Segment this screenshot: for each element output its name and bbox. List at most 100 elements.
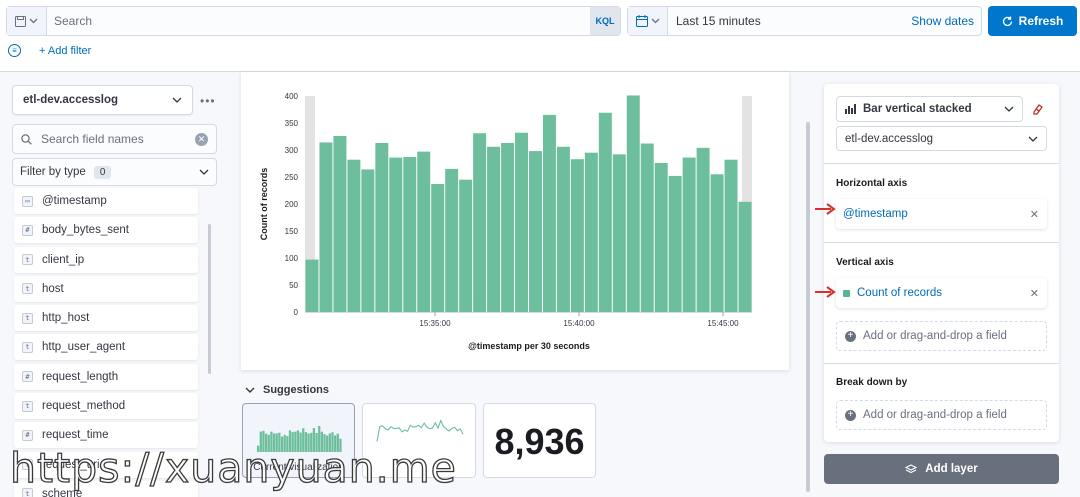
filter-by-type-button[interactable]: Filter by type 0 [12, 158, 217, 186]
bar[interactable] [738, 201, 752, 312]
calendar-icon: ▭ [22, 195, 33, 207]
remove-dimension-icon[interactable]: ✕ [1030, 287, 1039, 300]
divider [824, 363, 1059, 364]
chart-type-select[interactable]: Bar vertical stacked [836, 96, 1023, 122]
field-name: request_method [42, 400, 126, 413]
y-tick-label: 200 [285, 200, 299, 209]
bar-chart[interactable]: 0 50 100 150 200 250 300 350 400 15:35:00 15:40:00… [241, 72, 789, 370]
string-icon: t [22, 254, 33, 266]
field-list-item[interactable]: ▭ @timestamp [14, 188, 198, 214]
field-list-scrollbar[interactable] [208, 224, 211, 374]
bar[interactable] [473, 133, 487, 312]
x-tick-label: 15:40:00 [563, 319, 595, 328]
field-list-item[interactable]: t client_ip [14, 246, 198, 273]
bar[interactable] [445, 168, 459, 312]
suggestions-header[interactable]: Suggestions [245, 384, 329, 396]
bar[interactable] [529, 151, 542, 312]
add-filter-button[interactable]: + Add filter [39, 45, 91, 57]
bar[interactable] [654, 162, 668, 312]
suggestion-metric[interactable]: 8,936 [483, 403, 596, 478]
bar[interactable] [347, 159, 361, 312]
annotation-arrow [815, 203, 836, 215]
bar[interactable] [626, 95, 640, 313]
field-list-panel: etl-dev.accesslog ••• Search field names… [0, 72, 230, 497]
clear-icon[interactable]: ✕ [195, 132, 208, 146]
number-icon: # [22, 224, 33, 236]
bar[interactable] [431, 184, 445, 312]
bar[interactable] [501, 142, 515, 312]
layer-index-pattern-select[interactable]: etl-dev.accesslog [836, 126, 1047, 151]
divider [824, 163, 1059, 164]
filter-options-icon[interactable]: ≡ [8, 44, 21, 57]
bar[interactable] [375, 142, 389, 312]
watermark: https://xuanyuan.me [9, 443, 457, 492]
bar[interactable] [696, 147, 710, 312]
x-tick-label: 15:35:00 [419, 319, 451, 328]
bar[interactable] [515, 132, 528, 312]
chevron-down-icon [651, 18, 659, 24]
y-tick-label: 0 [294, 308, 299, 317]
bar[interactable] [542, 114, 556, 313]
bar[interactable] [598, 112, 612, 312]
field-name: host [42, 282, 64, 295]
workspace-scrollbar[interactable] [806, 122, 810, 492]
bar[interactable] [361, 169, 375, 312]
x-axis-title: @timestamp per 30 seconds [468, 341, 590, 351]
filter-count-badge: 0 [93, 165, 112, 179]
refresh-button[interactable]: Refresh [988, 6, 1077, 36]
time-range-label[interactable]: Last 15 minutes [668, 14, 911, 28]
field-list-item[interactable]: t request_method [14, 393, 198, 420]
bar[interactable] [556, 146, 570, 312]
clear-layer-icon[interactable] [1032, 103, 1044, 115]
bar[interactable] [459, 179, 473, 312]
query-language-toggle[interactable]: KQL [590, 7, 620, 35]
horizontal-axis-dimension[interactable]: @timestamp ✕ [836, 199, 1047, 229]
field-list-item[interactable]: t http_host [14, 305, 198, 332]
bar[interactable] [570, 159, 584, 312]
bar[interactable] [333, 135, 347, 312]
bar[interactable] [417, 151, 431, 312]
suggestions-title: Suggestions [263, 384, 330, 396]
search-icon [21, 133, 32, 145]
bar[interactable] [305, 259, 319, 312]
refresh-label: Refresh [1018, 14, 1064, 28]
field-name: client_ip [42, 253, 85, 266]
more-options-icon[interactable]: ••• [200, 94, 216, 108]
y-tick-label: 350 [285, 119, 299, 128]
field-name: http_user_agent [42, 341, 126, 354]
vertical-axis-add-field[interactable]: + Add or drag-and-drop a field [836, 321, 1047, 351]
field-list-item[interactable]: t host [14, 275, 198, 302]
remove-dimension-icon[interactable]: ✕ [1030, 208, 1039, 221]
field-search-placeholder: Search field names [41, 132, 144, 146]
chevron-down-icon [199, 169, 209, 175]
index-pattern-select[interactable]: etl-dev.accesslog [12, 85, 193, 115]
vertical-axis-dimension[interactable]: Count of records ✕ [836, 278, 1047, 308]
bar[interactable] [389, 157, 403, 312]
field-list-item[interactable]: t http_user_agent [14, 334, 198, 361]
bar[interactable] [612, 154, 626, 312]
bar[interactable] [668, 175, 682, 312]
quick-menu-button[interactable] [628, 7, 668, 35]
bar[interactable] [403, 157, 417, 312]
date-picker: Last 15 minutes Show dates [627, 6, 982, 36]
chevron-down-icon [245, 387, 255, 393]
field-list-item[interactable]: # request_length [14, 363, 198, 390]
saved-query-menu-button[interactable] [7, 7, 47, 35]
add-field-label: Add or drag-and-drop a field [863, 409, 1007, 421]
layers-icon [905, 463, 918, 473]
bar[interactable] [319, 142, 333, 312]
field-list-item[interactable]: # body_bytes_sent [14, 217, 198, 244]
field-search-input[interactable]: Search field names ✕ [12, 124, 217, 154]
bar[interactable] [710, 174, 724, 312]
bar[interactable] [724, 159, 738, 312]
bar[interactable] [487, 146, 501, 312]
bar[interactable] [640, 143, 654, 312]
show-dates-link[interactable]: Show dates [911, 14, 981, 28]
add-layer-button[interactable]: Add layer [824, 454, 1059, 484]
break-down-add-field[interactable]: + Add or drag-and-drop a field [836, 400, 1047, 430]
bar-chart-icon [845, 104, 856, 114]
number-icon: # [22, 371, 33, 383]
bar[interactable] [584, 152, 598, 312]
search-input[interactable]: Search [47, 14, 590, 28]
bar[interactable] [682, 157, 696, 312]
